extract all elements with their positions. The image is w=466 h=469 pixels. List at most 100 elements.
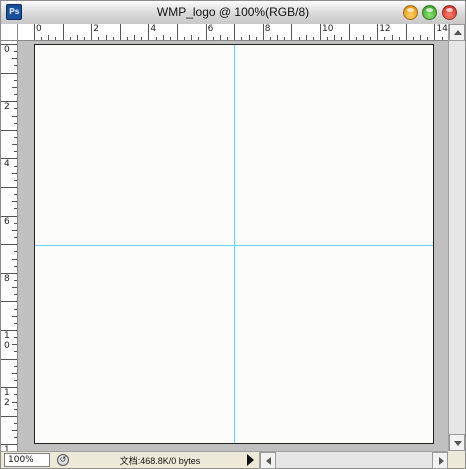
ruler-tick bbox=[184, 37, 186, 40]
document-canvas[interactable] bbox=[34, 44, 434, 444]
ruler-tick bbox=[14, 308, 17, 310]
ruler-tick bbox=[277, 35, 279, 40]
ruler-tick bbox=[112, 37, 114, 40]
ruler-tick bbox=[377, 24, 379, 40]
ruler-tick bbox=[48, 35, 50, 40]
window-title: WMP_logo @ 100%(RGB/8) bbox=[156, 5, 310, 19]
ruler-tick bbox=[398, 37, 400, 40]
vertical-guide[interactable] bbox=[234, 45, 235, 443]
ruler-tick bbox=[1, 129, 17, 131]
ruler-tick bbox=[177, 24, 178, 40]
ruler-tick bbox=[12, 86, 17, 88]
ruler-tick bbox=[41, 37, 43, 40]
ruler-tick bbox=[14, 151, 17, 153]
ruler-label: 2 bbox=[93, 24, 99, 34]
status-info-icon[interactable]: ↺ bbox=[57, 454, 69, 466]
ruler-tick bbox=[320, 24, 321, 40]
ruler-tick bbox=[284, 37, 286, 40]
ruler-tick bbox=[327, 37, 329, 40]
ruler-tick bbox=[14, 337, 17, 339]
ruler-label: 12 bbox=[379, 24, 391, 34]
ruler-label: 0 bbox=[4, 341, 10, 351]
ruler-origin[interactable] bbox=[1, 24, 18, 41]
scroll-up-arrow[interactable] bbox=[449, 24, 465, 41]
close-button[interactable] bbox=[442, 5, 457, 20]
ruler-tick bbox=[1, 72, 17, 74]
ruler-tick bbox=[76, 35, 78, 40]
ruler-label: 10 bbox=[322, 24, 334, 34]
ruler-tick bbox=[420, 35, 422, 40]
ruler-tick bbox=[12, 201, 17, 203]
ruler-tick bbox=[126, 37, 128, 40]
ruler-tick bbox=[12, 258, 17, 260]
status-menu-arrow-icon[interactable] bbox=[247, 454, 254, 466]
maximize-button[interactable] bbox=[422, 5, 437, 20]
ruler-tick bbox=[341, 37, 343, 40]
ruler-tick bbox=[14, 437, 17, 439]
ruler-tick bbox=[14, 222, 17, 224]
ruler-label: 2 bbox=[4, 398, 10, 409]
document-size-info[interactable]: 文档:468.8K/0 bytes bbox=[75, 454, 245, 467]
ruler-tick bbox=[141, 37, 143, 40]
canvas-area[interactable] bbox=[18, 41, 448, 451]
ruler-tick bbox=[362, 35, 364, 40]
ruler-label: 1 bbox=[4, 388, 10, 399]
ruler-tick bbox=[155, 37, 157, 40]
ruler-tick bbox=[12, 172, 17, 174]
scroll-right-arrow[interactable] bbox=[432, 452, 448, 469]
ruler-tick bbox=[14, 165, 17, 167]
ruler-tick bbox=[62, 24, 64, 40]
ruler-label: 1 bbox=[4, 331, 10, 341]
ruler-tick bbox=[14, 65, 17, 67]
ruler-tick bbox=[334, 35, 336, 40]
ruler-tick bbox=[12, 401, 17, 403]
ruler-label: 6 bbox=[207, 24, 214, 34]
ruler-tick bbox=[12, 144, 17, 146]
ruler-tick bbox=[12, 372, 17, 374]
ruler-tick bbox=[1, 187, 17, 188]
ruler-tick bbox=[12, 58, 17, 60]
scroll-down-arrow[interactable] bbox=[449, 434, 465, 451]
ruler-tick bbox=[198, 37, 200, 40]
ruler-tick bbox=[12, 229, 17, 231]
ruler-tick bbox=[14, 94, 17, 96]
ruler-tick bbox=[14, 408, 17, 410]
ruler-tick bbox=[370, 37, 372, 40]
ruler-label: 4 bbox=[4, 159, 10, 170]
horizontal-scrollbar[interactable] bbox=[259, 452, 448, 469]
horizontal-guide[interactable] bbox=[35, 245, 433, 246]
scroll-left-arrow[interactable] bbox=[260, 452, 276, 469]
ruler-tick bbox=[14, 322, 17, 324]
status-bar: 100% ↺ 文档:468.8K/0 bytes bbox=[1, 451, 465, 469]
ruler-tick bbox=[12, 287, 17, 289]
ruler-tick bbox=[14, 108, 17, 110]
horizontal-ruler[interactable]: 0 2 4 6 8 10 12 14 bbox=[18, 24, 448, 41]
ruler-tick bbox=[148, 24, 150, 40]
ruler-tick bbox=[191, 35, 193, 40]
zoom-level-field[interactable]: 100% bbox=[4, 453, 50, 467]
ruler-tick bbox=[34, 24, 35, 40]
ruler-tick bbox=[434, 24, 436, 40]
ruler-tick bbox=[12, 344, 17, 346]
resize-grip[interactable] bbox=[448, 451, 465, 468]
ruler-tick bbox=[14, 136, 17, 138]
ruler-tick bbox=[269, 37, 271, 40]
ruler-tick bbox=[255, 37, 257, 40]
ruler-label: 4 bbox=[150, 24, 157, 34]
ruler-label: 8 bbox=[4, 273, 10, 284]
ruler-tick bbox=[14, 194, 17, 196]
ruler-tick bbox=[234, 24, 236, 40]
ruler-tick bbox=[312, 37, 314, 40]
minimize-button[interactable] bbox=[403, 5, 418, 20]
ruler-tick bbox=[12, 430, 17, 432]
ruler-label: 0 bbox=[4, 45, 10, 55]
ruler-tick bbox=[427, 37, 429, 40]
title-bar[interactable]: WMP_logo @ 100%(RGB/8) bbox=[1, 1, 465, 25]
ruler-tick bbox=[298, 37, 300, 40]
ruler-tick bbox=[384, 37, 386, 40]
ruler-tick bbox=[441, 37, 443, 40]
ruler-tick bbox=[227, 37, 229, 40]
vertical-ruler[interactable]: 02468101214 bbox=[1, 41, 18, 451]
ruler-tick bbox=[1, 358, 17, 360]
vertical-scrollbar[interactable] bbox=[448, 24, 465, 451]
